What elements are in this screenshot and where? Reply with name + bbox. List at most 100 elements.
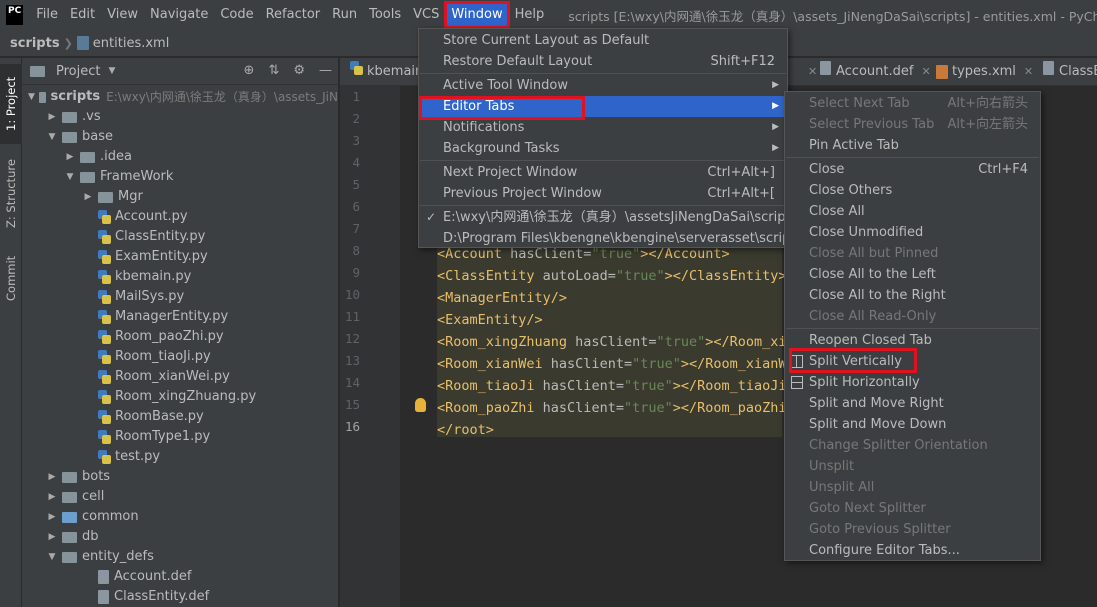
- menu-file[interactable]: File: [30, 2, 64, 28]
- chevron-right-icon[interactable]: ▶: [46, 507, 58, 527]
- tree-row[interactable]: ▼ entity_defs: [22, 547, 338, 567]
- editor-tab-close-icon[interactable]: ✕: [800, 58, 817, 86]
- code-line[interactable]: <ExamEntity/>: [437, 309, 543, 331]
- editor-tab-account-def[interactable]: Account.def ✕: [820, 58, 931, 86]
- editor-tabs-menu-item[interactable]: Select Next Tab Alt+向右箭头: [785, 93, 1040, 114]
- editor-tab-types-xml[interactable]: types.xml ✕: [936, 58, 1033, 86]
- window-menu-item[interactable]: Background Tasks ▶: [419, 138, 787, 159]
- editor-tabs-menu-item[interactable]: Configure Editor Tabs...: [785, 540, 1040, 561]
- editor-tabs-menu-item[interactable]: Split and Move Down: [785, 414, 1040, 435]
- close-icon[interactable]: ✕: [1024, 65, 1033, 78]
- code-line[interactable]: </root>: [437, 419, 494, 441]
- chevron-right-icon[interactable]: ▶: [46, 467, 58, 487]
- tree-row[interactable]: ▶ Mgr: [22, 187, 338, 207]
- tree-row[interactable]: Room_xianWei.py: [22, 367, 338, 387]
- code-line[interactable]: <Room_xingZhuang hasClient="true"></Room…: [437, 331, 795, 353]
- tree-row[interactable]: Room_xingZhuang.py: [22, 387, 338, 407]
- chevron-right-icon[interactable]: ▶: [46, 487, 58, 507]
- tree-row[interactable]: ▶ .idea: [22, 147, 338, 167]
- editor-tabs-menu-item[interactable]: Close Unmodified: [785, 222, 1040, 243]
- code-line[interactable]: <ManagerEntity/>: [437, 287, 567, 309]
- tree-row[interactable]: ClassEntity.py: [22, 227, 338, 247]
- tree-row[interactable]: ▶ bots: [22, 467, 338, 487]
- breadcrumb-file[interactable]: entities.xml: [93, 36, 170, 51]
- editor-tab-classentity[interactable]: ClassEn: [1043, 58, 1097, 86]
- editor-tabs-menu-item[interactable]: Close All to the Right: [785, 285, 1040, 306]
- chevron-down-icon[interactable]: ▼: [64, 167, 76, 187]
- editor-tabs-menu-item[interactable]: Goto Previous Splitter: [785, 519, 1040, 540]
- tree-row[interactable]: ManagerEntity.py: [22, 307, 338, 327]
- window-menu-item[interactable]: Restore Default Layout Shift+F12: [419, 51, 787, 72]
- tree-row[interactable]: ▼ base: [22, 127, 338, 147]
- editor-tabs-menu-item[interactable]: Close Others: [785, 180, 1040, 201]
- tree-row[interactable]: kbemain.py: [22, 267, 338, 287]
- tree-row[interactable]: Room_tiaoJi.py: [22, 347, 338, 367]
- code-line[interactable]: <Room_tiaoJi hasClient="true"></Room_tia…: [437, 375, 787, 397]
- editor-tabs-menu-item[interactable]: Close All Read-Only: [785, 306, 1040, 327]
- tree-row[interactable]: ▶ .vs: [22, 107, 338, 127]
- code-line[interactable]: <ClassEntity autoLoad="true"></ClassEnti…: [437, 265, 787, 287]
- menu-view[interactable]: View: [101, 2, 144, 28]
- window-menu-item[interactable]: Previous Project Window Ctrl+Alt+[: [419, 183, 787, 204]
- tree-row[interactable]: Account.py: [22, 207, 338, 227]
- tree-row[interactable]: RoomBase.py: [22, 407, 338, 427]
- minimize-icon[interactable]: —: [319, 63, 332, 78]
- tree-row[interactable]: ▶ cell: [22, 487, 338, 507]
- close-icon[interactable]: ✕: [921, 65, 930, 78]
- editor-tabs-menu-item[interactable]: Split Horizontally: [785, 372, 1040, 393]
- editor-tabs-menu-item[interactable]: Close All: [785, 201, 1040, 222]
- tree-row[interactable]: Account.def: [22, 567, 338, 587]
- chevron-right-icon[interactable]: ▶: [46, 107, 58, 127]
- breadcrumb-root[interactable]: scripts: [10, 36, 60, 51]
- menu-refactor[interactable]: Refactor: [260, 2, 327, 28]
- window-menu-item[interactable]: Next Project Window Ctrl+Alt+]: [419, 162, 787, 183]
- tree-row[interactable]: ExamEntity.py: [22, 247, 338, 267]
- chevron-down-icon[interactable]: ▼: [108, 66, 115, 76]
- locate-icon[interactable]: ⊕: [244, 63, 255, 78]
- window-menu-item[interactable]: ✓ E:\wxy\内网通\徐玉龙（真身）\assetsJiNengDaSai\sc…: [419, 207, 797, 228]
- menu-window[interactable]: Window: [444, 1, 510, 29]
- chevron-down-icon[interactable]: ▼: [46, 547, 58, 567]
- window-menu-item[interactable]: D:\Program Files\kbengne\kbengine\server…: [419, 228, 802, 249]
- tree-row[interactable]: ▶ db: [22, 527, 338, 547]
- editor-tabs-menu-item[interactable]: Pin Active Tab: [785, 135, 1040, 156]
- lightbulb-icon[interactable]: [415, 398, 426, 412]
- window-menu-item[interactable]: Notifications ▶: [419, 117, 787, 138]
- editor-tabs-menu-item[interactable]: Goto Next Splitter: [785, 498, 1040, 519]
- editor-tabs-menu-item[interactable]: Change Splitter Orientation: [785, 435, 1040, 456]
- menu-tools[interactable]: Tools: [363, 2, 407, 28]
- tree-row[interactable]: ClassEntity.def: [22, 587, 338, 607]
- tree-row[interactable]: ▼ FrameWork: [22, 167, 338, 187]
- structure-tool-tab[interactable]: Z: Structure: [0, 150, 22, 238]
- menu-run[interactable]: Run: [326, 2, 363, 28]
- chevron-right-icon[interactable]: ▶: [82, 187, 94, 207]
- project-tool-tab[interactable]: 1: Project: [0, 64, 22, 144]
- window-menu-item[interactable]: Active Tool Window ▶: [419, 75, 787, 96]
- window-menu-item[interactable]: Editor Tabs ▶: [419, 96, 787, 117]
- tree-row[interactable]: MailSys.py: [22, 287, 338, 307]
- chevron-down-icon[interactable]: ▼: [28, 87, 35, 107]
- tree-row[interactable]: RoomType1.py: [22, 427, 338, 447]
- menu-help[interactable]: Help: [509, 2, 551, 28]
- project-panel-title[interactable]: Project: [56, 64, 100, 79]
- editor-tabs-menu-item[interactable]: Close All but Pinned: [785, 243, 1040, 264]
- menu-navigate[interactable]: Navigate: [144, 2, 214, 28]
- editor-tabs-menu-item[interactable]: Reopen Closed Tab: [785, 330, 1040, 351]
- editor-tabs-menu-item[interactable]: Split and Move Right: [785, 393, 1040, 414]
- tree-row[interactable]: ▶ common: [22, 507, 338, 527]
- menu-code[interactable]: Code: [214, 2, 259, 28]
- chevron-right-icon[interactable]: ▶: [64, 147, 76, 167]
- code-line[interactable]: <Room_paoZhi hasClient="true"></Room_pao…: [437, 397, 795, 419]
- collapse-all-icon[interactable]: ⇅: [268, 63, 279, 78]
- tree-row[interactable]: Room_paoZhi.py: [22, 327, 338, 347]
- code-line[interactable]: <Room_xianWei hasClient="true"></Room_xi…: [437, 353, 795, 375]
- gear-icon[interactable]: ⚙: [293, 63, 305, 78]
- editor-tabs-menu-item[interactable]: Split Vertically: [785, 351, 1040, 372]
- chevron-right-icon[interactable]: ▶: [46, 527, 58, 547]
- menu-edit[interactable]: Edit: [64, 2, 101, 28]
- tree-root-row[interactable]: ▼ scripts E:\wxy\内网通\徐玉龙（真身）\assets_JiN: [22, 87, 338, 107]
- tree-row[interactable]: test.py: [22, 447, 338, 467]
- window-menu-item[interactable]: Store Current Layout as Default: [419, 30, 787, 51]
- commit-tool-tab[interactable]: Commit: [0, 248, 22, 308]
- editor-tabs-menu-item[interactable]: Unsplit: [785, 456, 1040, 477]
